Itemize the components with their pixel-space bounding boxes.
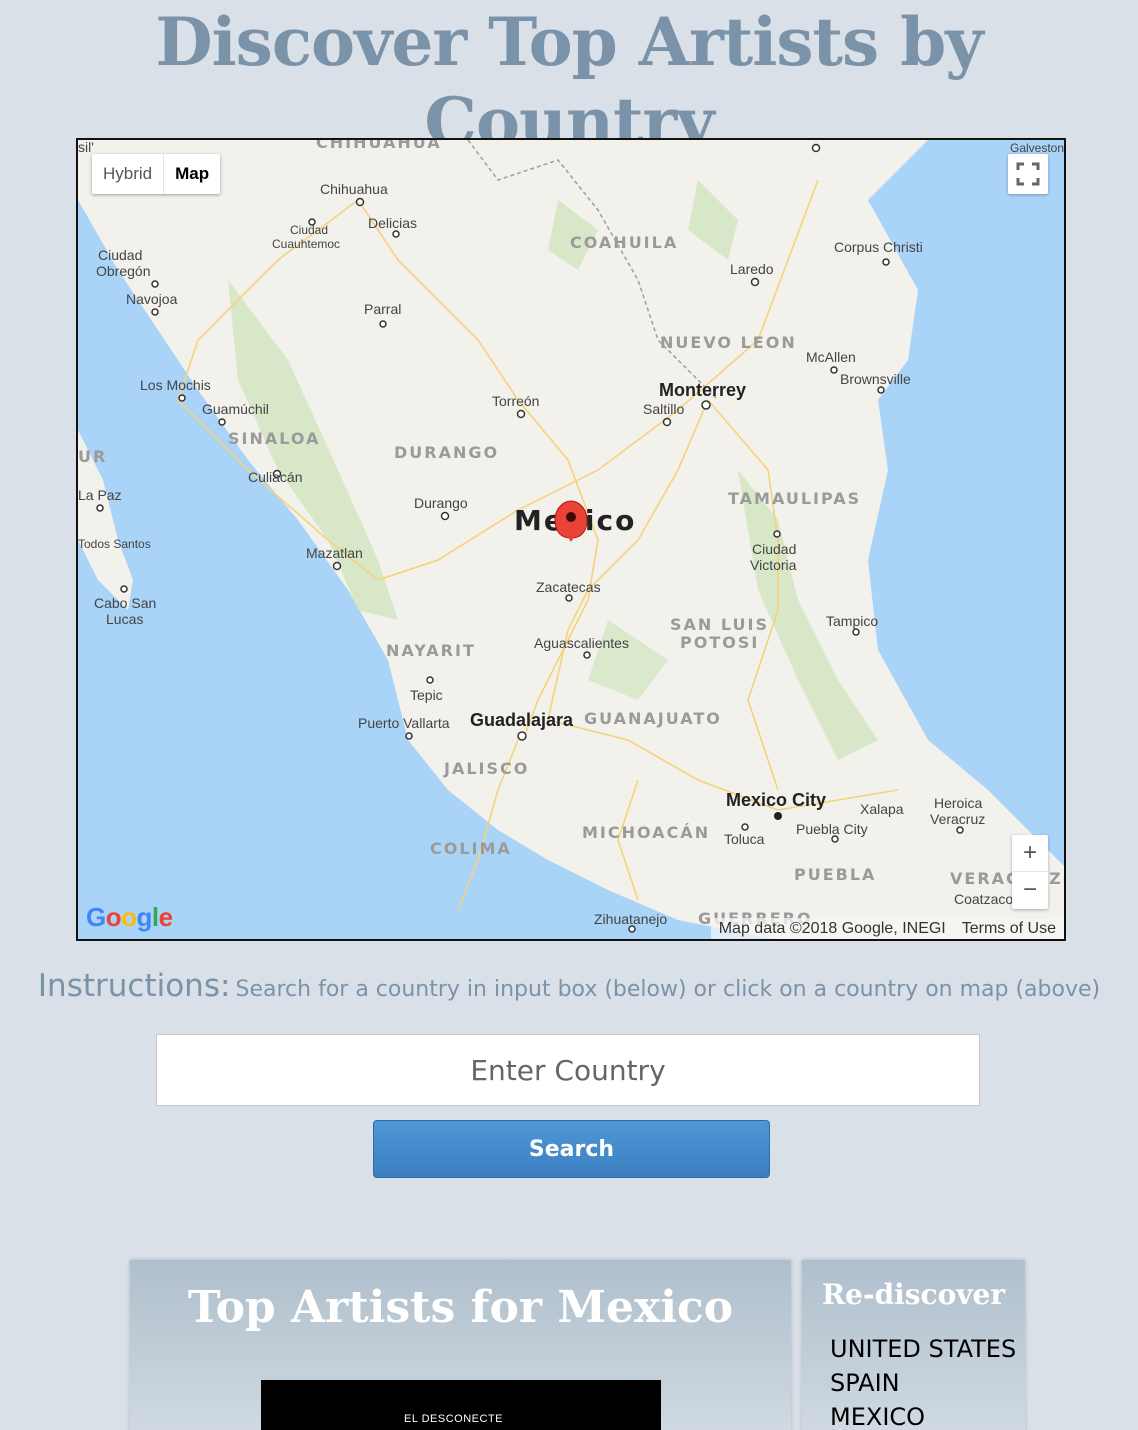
svg-text:JALISCO: JALISCO: [443, 759, 529, 778]
rediscover-panel: Re-discover UNITED STATES SPAIN MEXICO: [802, 1260, 1025, 1430]
rediscover-list: UNITED STATES SPAIN MEXICO: [830, 1332, 1016, 1430]
svg-text:Galveston: Galveston: [1010, 141, 1064, 155]
svg-text:PUEBLA: PUEBLA: [794, 865, 876, 884]
svg-text:Aguascalientes: Aguascalientes: [534, 635, 629, 651]
search-button[interactable]: Search: [373, 1120, 770, 1178]
svg-text:Zacatecas: Zacatecas: [536, 579, 601, 595]
country-search-input[interactable]: [156, 1034, 980, 1106]
svg-text:Cabo San: Cabo San: [94, 595, 156, 611]
svg-text:Tepic: Tepic: [410, 687, 443, 703]
svg-text:Navojoa: Navojoa: [126, 291, 178, 307]
svg-text:Corpus Christi: Corpus Christi: [834, 239, 923, 255]
svg-text:POTOSI: POTOSI: [680, 633, 759, 652]
svg-text:Victoria: Victoria: [750, 557, 797, 573]
svg-text:SAN LUIS: SAN LUIS: [670, 615, 769, 634]
top-artists-title: Top Artists for Mexico: [187, 1282, 734, 1333]
rediscover-item[interactable]: SPAIN: [830, 1366, 1016, 1400]
svg-text:Obregón: Obregón: [96, 263, 150, 279]
rediscover-title: Re-discover: [821, 1278, 1006, 1311]
map-type-control[interactable]: Hybrid Map: [92, 154, 221, 194]
svg-text:Puebla City: Puebla City: [796, 821, 868, 837]
svg-text:sil': sil': [78, 140, 94, 155]
map-toggle[interactable]: Map: [163, 154, 220, 194]
album-art-text: EL DESCONECTE: [404, 1413, 504, 1425]
terms-of-use-link[interactable]: Terms of Use: [962, 918, 1056, 939]
instructions: Instructions: Search for a country in in…: [0, 968, 1138, 1004]
svg-text:UR: UR: [78, 447, 107, 466]
svg-text:McAllen: McAllen: [806, 349, 856, 365]
svg-text:GUANAJUATO: GUANAJUATO: [584, 709, 722, 728]
svg-text:Delicias: Delicias: [368, 215, 417, 231]
svg-text:Parral: Parral: [364, 301, 401, 317]
svg-text:Chihuahua: Chihuahua: [320, 181, 388, 197]
instructions-label: Instructions:: [37, 968, 231, 1004]
svg-text:Mazatlan: Mazatlan: [306, 545, 363, 561]
svg-text:Puerto Vallarta: Puerto Vallarta: [358, 715, 450, 731]
map-attribution: Map data ©2018 Google, INEGI Terms of Us…: [710, 918, 1064, 939]
svg-text:Brownsville: Brownsville: [840, 371, 911, 387]
svg-text:La Paz: La Paz: [78, 487, 122, 503]
svg-text:Todos Santos: Todos Santos: [78, 537, 151, 551]
zoom-control[interactable]: + −: [1012, 835, 1048, 909]
svg-text:TAMAULIPAS: TAMAULIPAS: [728, 489, 861, 508]
zoom-in-button[interactable]: +: [1012, 835, 1048, 872]
google-logo: Google: [86, 902, 173, 932]
fullscreen-button[interactable]: [1008, 154, 1048, 194]
svg-text:Guamúchil: Guamúchil: [202, 401, 269, 417]
zoom-out-button[interactable]: −: [1012, 872, 1048, 909]
svg-text:Toluca: Toluca: [724, 831, 765, 847]
map-data-text: Map data ©2018 Google, INEGI: [718, 920, 946, 937]
svg-text:Los Mochis: Los Mochis: [140, 377, 211, 393]
svg-text:Ciudad: Ciudad: [290, 223, 328, 237]
svg-text:Xalapa: Xalapa: [860, 801, 904, 817]
svg-text:Guadalajara: Guadalajara: [470, 710, 574, 730]
map-tiles[interactable]: CHIHUAHUA COAHUILA NUEVO LEON SINALOA DU…: [78, 140, 1066, 941]
svg-text:Heroica: Heroica: [934, 795, 982, 811]
map-canvas[interactable]: CHIHUAHUA COAHUILA NUEVO LEON SINALOA DU…: [76, 138, 1066, 941]
rediscover-item[interactable]: UNITED STATES: [830, 1332, 1016, 1366]
svg-text:Zihuatanejo: Zihuatanejo: [594, 911, 667, 927]
svg-text:Durango: Durango: [414, 495, 468, 511]
svg-text:Mexico City: Mexico City: [726, 790, 826, 810]
svg-text:Saltillo: Saltillo: [643, 401, 684, 417]
svg-text:Ciudad: Ciudad: [98, 247, 142, 263]
hybrid-toggle[interactable]: Hybrid: [92, 154, 163, 194]
svg-text:MICHOACÁN: MICHOACÁN: [582, 823, 710, 842]
svg-text:Cuauhtemoc: Cuauhtemoc: [272, 237, 340, 251]
svg-text:NAYARIT: NAYARIT: [386, 641, 476, 660]
svg-text:CHIHUAHUA: CHIHUAHUA: [316, 140, 442, 152]
svg-text:COAHUILA: COAHUILA: [570, 233, 678, 252]
svg-text:DURANGO: DURANGO: [394, 443, 499, 462]
svg-text:SINALOA: SINALOA: [228, 429, 320, 448]
svg-text:COLIMA: COLIMA: [430, 839, 512, 858]
svg-text:Culiacán: Culiacán: [248, 469, 302, 485]
svg-text:Monterrey: Monterrey: [659, 380, 746, 400]
svg-text:Tampico: Tampico: [826, 613, 878, 629]
rediscover-item[interactable]: MEXICO: [830, 1400, 1016, 1430]
fullscreen-icon: [1016, 162, 1040, 186]
svg-text:Veracruz: Veracruz: [930, 811, 985, 827]
artist-image[interactable]: EL DESCONECTE: [261, 1380, 661, 1430]
svg-text:NUEVO LEON: NUEVO LEON: [660, 333, 797, 352]
top-artists-panel: Top Artists for Mexico EL DESCONECTE: [130, 1260, 791, 1430]
svg-text:Torreón: Torreón: [492, 393, 539, 409]
svg-text:Laredo: Laredo: [730, 261, 774, 277]
svg-text:Lucas: Lucas: [106, 611, 143, 627]
svg-text:Ciudad: Ciudad: [752, 541, 796, 557]
instructions-text: Search for a country in input box (below…: [235, 977, 1101, 1002]
